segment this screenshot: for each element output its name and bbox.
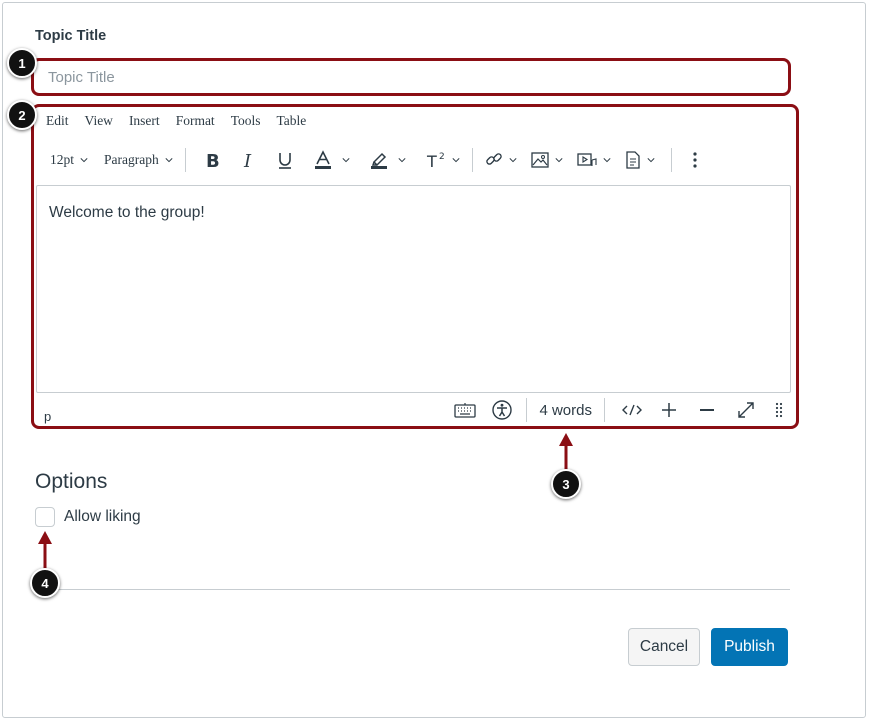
rich-content-editor: Edit View Insert Format Tools Table 12pt…: [31, 104, 799, 429]
chevron-down-icon: [603, 158, 611, 163]
chevron-down-icon: [509, 158, 517, 163]
toolbar-separator: [670, 148, 672, 172]
editor-content-text: Welcome to the group!: [49, 204, 205, 221]
svg-text:B: B: [206, 151, 220, 170]
document-button[interactable]: [625, 146, 655, 174]
chevron-down-icon: [342, 158, 350, 163]
chevron-down-icon: [452, 158, 460, 163]
image-icon: [531, 152, 549, 168]
editor-menubar: Edit View Insert Format Tools Table: [46, 113, 322, 129]
bold-button[interactable]: B: [204, 146, 222, 174]
keyboard-shortcuts-button[interactable]: [454, 396, 477, 424]
zoom-out-button[interactable]: [699, 396, 715, 424]
accessibility-checker-button[interactable]: [492, 396, 513, 424]
block-format-select[interactable]: Paragraph: [104, 146, 173, 174]
bold-icon: B: [206, 151, 220, 170]
menu-table[interactable]: Table: [277, 113, 307, 129]
italic-icon: I: [243, 151, 252, 170]
toolbar-separator: [471, 148, 473, 172]
zoom-out-icon: [700, 409, 714, 411]
menu-tools[interactable]: Tools: [231, 113, 261, 129]
superscript-icon: T2: [426, 152, 445, 170]
menu-view[interactable]: View: [85, 113, 113, 129]
svg-text:T: T: [426, 152, 437, 170]
chevron-down-icon: [398, 158, 406, 163]
text-color-button[interactable]: [314, 146, 350, 174]
zoom-in-icon: [662, 403, 676, 417]
link-button[interactable]: [485, 146, 517, 174]
media-icon: [577, 153, 597, 166]
editor-toolbar: 12pt Paragraph B I T2: [44, 143, 784, 177]
topic-title-field-highlight: [31, 58, 791, 96]
link-icon: [485, 153, 502, 165]
allow-liking-label[interactable]: Allow liking: [64, 508, 141, 526]
keyboard-icon: [454, 403, 477, 418]
statusbar-separator: [604, 398, 605, 422]
image-button[interactable]: [531, 146, 563, 174]
block-format-value: Paragraph: [104, 152, 159, 167]
allow-liking-checkbox[interactable]: [35, 507, 55, 527]
zoom-in-button[interactable]: [661, 396, 677, 424]
svg-text:I: I: [243, 151, 252, 170]
fullscreen-button[interactable]: [737, 396, 755, 424]
underline-icon: [278, 153, 291, 169]
menu-edit[interactable]: Edit: [46, 113, 69, 129]
italic-button[interactable]: I: [242, 146, 256, 174]
callout-arrow-3: [559, 433, 573, 472]
statusbar-controls: 4 words: [454, 395, 783, 425]
topic-title-input[interactable]: [38, 64, 784, 90]
callout-4: 4: [30, 568, 60, 598]
chevron-down-icon: [647, 158, 655, 163]
accessibility-icon: [492, 400, 513, 420]
editor-content-area[interactable]: Welcome to the group!: [36, 185, 791, 393]
options-heading: Options: [35, 470, 108, 493]
word-count[interactable]: 4 words: [527, 396, 604, 424]
superscript-button[interactable]: T2: [426, 146, 460, 174]
svg-text:2: 2: [439, 152, 445, 162]
media-button[interactable]: [577, 146, 611, 174]
form-divider: [35, 589, 790, 590]
underline-button[interactable]: [276, 146, 294, 174]
topic-title-label: Topic Title: [35, 28, 107, 44]
toolbar-separator: [184, 148, 186, 172]
menu-insert[interactable]: Insert: [129, 113, 160, 129]
cancel-button[interactable]: Cancel: [628, 628, 700, 666]
callout-3: 3: [551, 469, 581, 499]
chevron-down-icon: [80, 158, 88, 163]
document-icon: [626, 151, 640, 169]
resize-handle[interactable]: [775, 396, 783, 424]
element-path[interactable]: p: [44, 409, 51, 424]
chevron-down-icon: [165, 158, 173, 163]
callout-arrow-4: [38, 531, 52, 570]
html-editor-button[interactable]: [621, 396, 643, 424]
font-size-value: 12pt: [50, 152, 75, 167]
menu-format[interactable]: Format: [176, 113, 215, 129]
more-options-button[interactable]: [692, 146, 698, 174]
highlight-icon: [370, 152, 387, 169]
callout-1: 1: [7, 48, 37, 78]
more-options-icon: [693, 152, 697, 168]
allow-liking-row: Allow liking: [35, 507, 141, 527]
editor-statusbar: p 4 words: [36, 395, 791, 425]
publish-button[interactable]: Publish: [711, 628, 788, 666]
fullscreen-icon: [738, 402, 754, 418]
font-size-select[interactable]: 12pt: [50, 146, 88, 174]
chevron-down-icon: [555, 158, 563, 163]
resize-handle-icon: [775, 402, 783, 418]
html-editor-icon: [622, 404, 642, 416]
highlight-color-button[interactable]: [370, 146, 406, 174]
text-color-icon: [314, 150, 331, 169]
callout-2: 2: [7, 100, 37, 130]
